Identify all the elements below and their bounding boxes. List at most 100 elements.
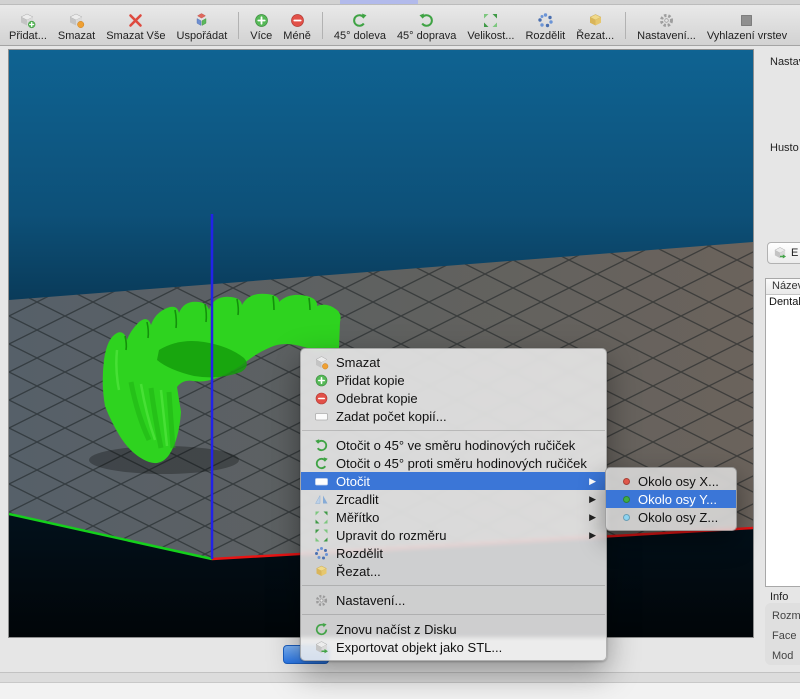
- menu-item-otocit[interactable]: Otočit ▶: [301, 472, 606, 490]
- toolbar-label: Vyhlazení vrstev: [707, 30, 787, 42]
- menu-item-label: Nastavení...: [336, 593, 405, 608]
- menu-item-pridat-kopie[interactable]: Přidat kopie: [301, 371, 606, 389]
- menu-item-rozdelit[interactable]: Rozdělit: [301, 544, 606, 562]
- fit-size-icon: [314, 528, 329, 543]
- add-object-icon: [19, 12, 36, 29]
- submenu-item-okolo-osy-x[interactable]: Okolo osy X...: [606, 472, 736, 490]
- menu-separator: [302, 430, 605, 431]
- toolbar-button-rozdelit[interactable]: Rozdělit: [520, 12, 570, 42]
- fewer-copies-icon: [289, 12, 306, 29]
- toolbar-label: Více: [250, 30, 272, 42]
- toolbar-button-rezat[interactable]: Řezat...: [571, 12, 619, 42]
- export-stl-icon: [773, 246, 787, 260]
- menu-item-meritko[interactable]: Měřítko ▶: [301, 508, 606, 526]
- toolbar-button-smazat-vse[interactable]: Smazat Vše: [101, 12, 170, 42]
- mirror-icon: [314, 492, 329, 507]
- toolbar-button-smazat[interactable]: Smazat: [53, 12, 100, 42]
- menu-item-label: Exportovat objekt jako STL...: [336, 640, 502, 655]
- menu-item-label: Otočit o 45° proti směru hodinových ruči…: [336, 456, 587, 471]
- menu-item-label: Zrcadlit: [336, 492, 379, 507]
- menu-item-otocit-45-cw[interactable]: Otočit o 45° ve směru hodinových ručiček: [301, 436, 606, 454]
- toolbar-separator: [625, 12, 626, 39]
- toolbar-button-vice[interactable]: Více: [245, 12, 277, 42]
- toolbar-button-vyhlazeni-vrstev[interactable]: Vyhlazení vrstev: [702, 12, 792, 42]
- info-row-model: Mod: [772, 646, 800, 666]
- menu-item-smazat[interactable]: Smazat: [301, 353, 606, 371]
- scale-icon: [482, 12, 499, 29]
- toolbar-label: Smazat Vše: [106, 30, 165, 42]
- toolbar-button-mene[interactable]: Méně: [278, 12, 316, 42]
- menu-item-label: Otočit o 45° ve směru hodinových ručiček: [336, 438, 575, 453]
- toolbar-separator: [238, 12, 239, 39]
- submenu-arrow-icon: ▶: [589, 476, 596, 487]
- menu-item-znovu-nacist[interactable]: Znovu načíst z Disku: [301, 620, 606, 638]
- info-label: Info: [770, 591, 788, 603]
- rotate-cw-icon: [314, 438, 329, 453]
- toolbar-button-nastaveni[interactable]: Nastavení...: [632, 12, 701, 42]
- bottom-divider: [0, 672, 800, 683]
- menu-item-label: Měřítko: [336, 510, 379, 525]
- delete-object-icon: [68, 12, 85, 29]
- submenu-item-label: Okolo osy Z...: [638, 510, 718, 525]
- toolbar-label: Nastavení...: [637, 30, 696, 42]
- minus-circle-icon: [314, 391, 329, 406]
- split-icon: [314, 546, 329, 561]
- delete-object-icon: [314, 355, 329, 370]
- toolbar-button-45-doprava[interactable]: 45° doprava: [392, 12, 461, 42]
- rotate-icon: [314, 474, 329, 489]
- toolbar-label: Uspořádat: [177, 30, 228, 42]
- copies-count-icon: [314, 409, 329, 424]
- info-row-facety: Face: [772, 626, 800, 646]
- submenu-arrow-icon: ▶: [589, 494, 596, 505]
- menu-item-otocit-45-ccw[interactable]: Otočit o 45° proti směru hodinových ruči…: [301, 454, 606, 472]
- arrange-icon: [193, 12, 210, 29]
- menu-item-rezat[interactable]: Řezat...: [301, 562, 606, 580]
- menu-item-label: Znovu načíst z Disku: [336, 622, 457, 637]
- submenu-arrow-icon: ▶: [589, 530, 596, 541]
- menu-separator: [302, 585, 605, 586]
- toolbar-label: Rozdělit: [525, 30, 565, 42]
- menu-item-label: Přidat kopie: [336, 373, 405, 388]
- toolbar-button-usporadat[interactable]: Uspořádat: [172, 12, 233, 42]
- menu-item-zrcadlit[interactable]: Zrcadlit ▶: [301, 490, 606, 508]
- menu-item-odebrat-kopie[interactable]: Odebrat kopie: [301, 389, 606, 407]
- status-bar: [0, 683, 800, 699]
- table-row-dental[interactable]: Dental_: [766, 295, 800, 310]
- toolbar-label: Smazat: [58, 30, 95, 42]
- menu-item-upravit-do-rozmeru[interactable]: Upravit do rozměru ▶: [301, 526, 606, 544]
- right-panel: Nastav Husto E Název Dental_ Info Rozm F…: [762, 46, 800, 672]
- submenu-item-label: Okolo osy Y...: [638, 492, 717, 507]
- menu-item-nastaveni[interactable]: Nastavení...: [301, 591, 606, 609]
- rotate-right-icon: [418, 12, 435, 29]
- y-axis-dot-icon: [623, 496, 630, 503]
- menu-item-label: Smazat: [336, 355, 380, 370]
- toolbar-label: Řezat...: [576, 30, 614, 42]
- toolbar-button-velikost[interactable]: Velikost...: [462, 12, 519, 42]
- rotate-ccw-icon: [314, 456, 329, 471]
- menu-item-zadat-pocet-kopii[interactable]: Zadat počet kopií...: [301, 407, 606, 425]
- submenu-item-okolo-osy-z[interactable]: Okolo osy Z...: [606, 508, 736, 526]
- x-axis-dot-icon: [623, 478, 630, 485]
- split-icon: [537, 12, 554, 29]
- menu-item-label: Otočit: [336, 474, 370, 489]
- gear-icon: [314, 593, 329, 608]
- menu-item-exportovat-stl[interactable]: Exportovat objekt jako STL...: [301, 638, 606, 656]
- gear-icon: [658, 12, 675, 29]
- delete-all-icon: [127, 12, 144, 29]
- rotate-submenu: Okolo osy X... Okolo osy Y... Okolo osy …: [605, 467, 737, 531]
- plus-circle-icon: [314, 373, 329, 388]
- app-window: { "window": { "top_accent_color": "#b2ba…: [0, 0, 800, 699]
- menu-separator: [302, 614, 605, 615]
- toolbar-button-45-doleva[interactable]: 45° doleva: [329, 12, 391, 42]
- info-row-rozmery: Rozm: [772, 606, 800, 626]
- export-stl-icon: [314, 640, 329, 655]
- toolbar-label: Velikost...: [467, 30, 514, 42]
- submenu-item-okolo-osy-y[interactable]: Okolo osy Y...: [606, 490, 736, 508]
- toolbar-button-pridat[interactable]: Přidat...: [4, 12, 52, 42]
- toolbar-label: Méně: [283, 30, 311, 42]
- export-stl-button[interactable]: E: [767, 242, 800, 264]
- cut-icon: [314, 564, 329, 579]
- menu-item-label: Rozdělit: [336, 546, 383, 561]
- export-stl-button-label: E: [791, 247, 798, 259]
- menu-item-label: Řezat...: [336, 564, 381, 579]
